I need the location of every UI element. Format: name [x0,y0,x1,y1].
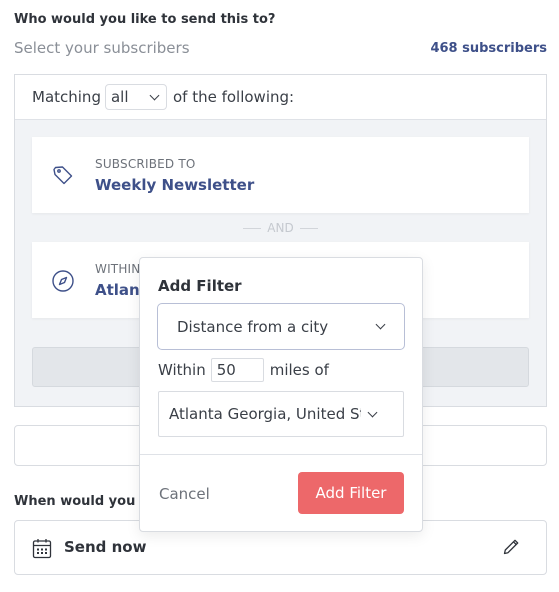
popover-title: Add Filter [158,277,242,295]
within-label: Within [158,361,206,379]
recipients-subtitle: Select your subscribers [14,39,190,57]
cancel-button[interactable]: Cancel [159,485,210,503]
rule-kicker: SUBSCRIBED TO [95,157,196,171]
miles-suffix: miles of [269,361,329,379]
chevron-down-icon [375,319,386,330]
chevron-down-icon [149,90,160,100]
recipients-question: Who would you like to send this to? [14,12,276,27]
calendar-icon [32,539,52,559]
miles-input[interactable]: 50 [210,358,264,382]
matching-prefix: Matching [32,88,101,106]
tag-icon [53,166,73,185]
and-separator: AND [15,221,546,235]
matching-header: Matching all of the following: [15,75,546,120]
subscriber-count-link[interactable]: 468 subscribers [430,41,547,56]
filter-rule-subscribed[interactable]: SUBSCRIBED TO Weekly Newsletter [32,137,529,213]
add-filter-button[interactable]: Add Filter [298,472,404,514]
popover-divider [140,454,422,455]
pencil-icon[interactable] [502,538,520,556]
compass-icon [52,270,74,292]
schedule-option-label: Send now [64,538,147,556]
chevron-down-icon [367,407,378,417]
city-select[interactable]: Atlanta Georgia, United States [158,391,404,437]
rule-value: Weekly Newsletter [95,176,255,194]
distance-row: Within 50 miles of [158,358,329,382]
rule-kicker: WITHIN [95,262,141,276]
matching-mode-value: all [110,88,129,106]
add-filter-popover: Add Filter Distance from a city Within 5… [139,257,423,532]
filter-type-value: Distance from a city [177,317,329,336]
and-label: AND [267,221,294,235]
matching-mode-select[interactable]: all [104,84,167,110]
filter-type-select[interactable]: Distance from a city [157,303,405,350]
city-value: Atlanta Georgia, United States [169,405,361,423]
matching-suffix: of the following: [172,88,295,106]
